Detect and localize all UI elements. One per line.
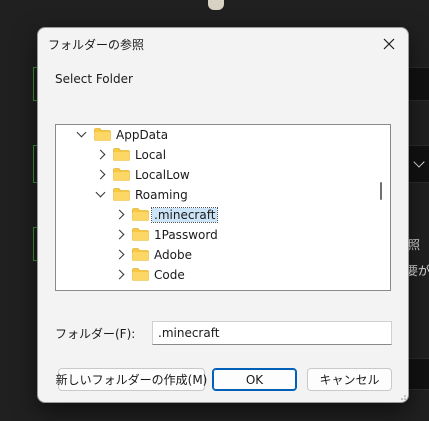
folder-icon xyxy=(132,268,149,281)
folder-name-input[interactable] xyxy=(152,321,392,345)
close-button[interactable] xyxy=(376,32,402,56)
tree-item-label: Code xyxy=(154,268,185,282)
tree-item[interactable]: Code xyxy=(56,265,376,285)
dialog-title: フォルダーの参照 xyxy=(48,38,145,52)
chevron-down-icon[interactable] xyxy=(95,187,106,198)
ok-button[interactable]: OK xyxy=(212,368,297,391)
tree-item-label: 1Password xyxy=(154,228,218,242)
chevron-right-icon[interactable] xyxy=(114,249,125,260)
vertical-scrollbar[interactable] xyxy=(380,182,382,200)
background-decoration xyxy=(208,0,224,10)
background-button xyxy=(407,358,429,390)
chevron-down-icon[interactable] xyxy=(76,127,87,138)
folder-icon xyxy=(113,148,130,161)
tree-item[interactable]: Roaming xyxy=(56,185,376,205)
folder-icon xyxy=(113,188,130,201)
chevron-right-icon[interactable] xyxy=(114,269,125,280)
folder-icon xyxy=(132,208,149,221)
tree-item[interactable]: .minecraft xyxy=(56,205,376,225)
background-text-1: 照 xyxy=(408,238,421,252)
folder-icon xyxy=(132,228,149,241)
dialog-titlebar: フォルダーの参照 xyxy=(38,28,408,59)
tree-item[interactable]: AppData xyxy=(56,125,376,145)
resize-grip-icon[interactable] xyxy=(398,392,406,400)
tree-item-label: AppData xyxy=(116,128,169,142)
folder-icon xyxy=(113,168,130,181)
tree-item[interactable]: Adobe xyxy=(56,245,376,265)
chevron-right-icon[interactable] xyxy=(114,229,125,240)
background-text-2: 要が xyxy=(406,264,429,278)
chevron-right-icon[interactable] xyxy=(95,169,106,180)
folder-tree[interactable]: AppData Local LocalLow Roaming .minecraft 1Pa… xyxy=(55,124,391,291)
chevron-right-icon[interactable] xyxy=(95,149,106,160)
background-input-field-right xyxy=(407,67,429,101)
folder-icon xyxy=(132,248,149,261)
cancel-button[interactable]: キャンセル xyxy=(307,368,392,391)
folder-browse-dialog: フォルダーの参照 Select Folder AppData Local Local… xyxy=(37,27,409,403)
tree-item[interactable]: 1Password xyxy=(56,225,376,245)
dialog-description: Select Folder xyxy=(55,72,133,86)
tree-item-label: .minecraft xyxy=(150,207,219,223)
folder-icon xyxy=(94,128,111,141)
tree-item-label: Local xyxy=(135,148,167,162)
tree-item-label: LocalLow xyxy=(135,168,190,182)
tree-item-label: Adobe xyxy=(154,248,192,262)
close-icon xyxy=(383,38,395,50)
tree-item-label: Roaming xyxy=(135,188,188,202)
tree-item[interactable]: LocalLow xyxy=(56,165,376,185)
chevron-right-icon[interactable] xyxy=(114,209,125,220)
new-folder-button[interactable]: 新しいフォルダーの作成(M) xyxy=(56,368,207,391)
tree-item[interactable]: Local xyxy=(56,145,376,165)
folder-field-label: フォルダー(F): xyxy=(55,327,136,341)
